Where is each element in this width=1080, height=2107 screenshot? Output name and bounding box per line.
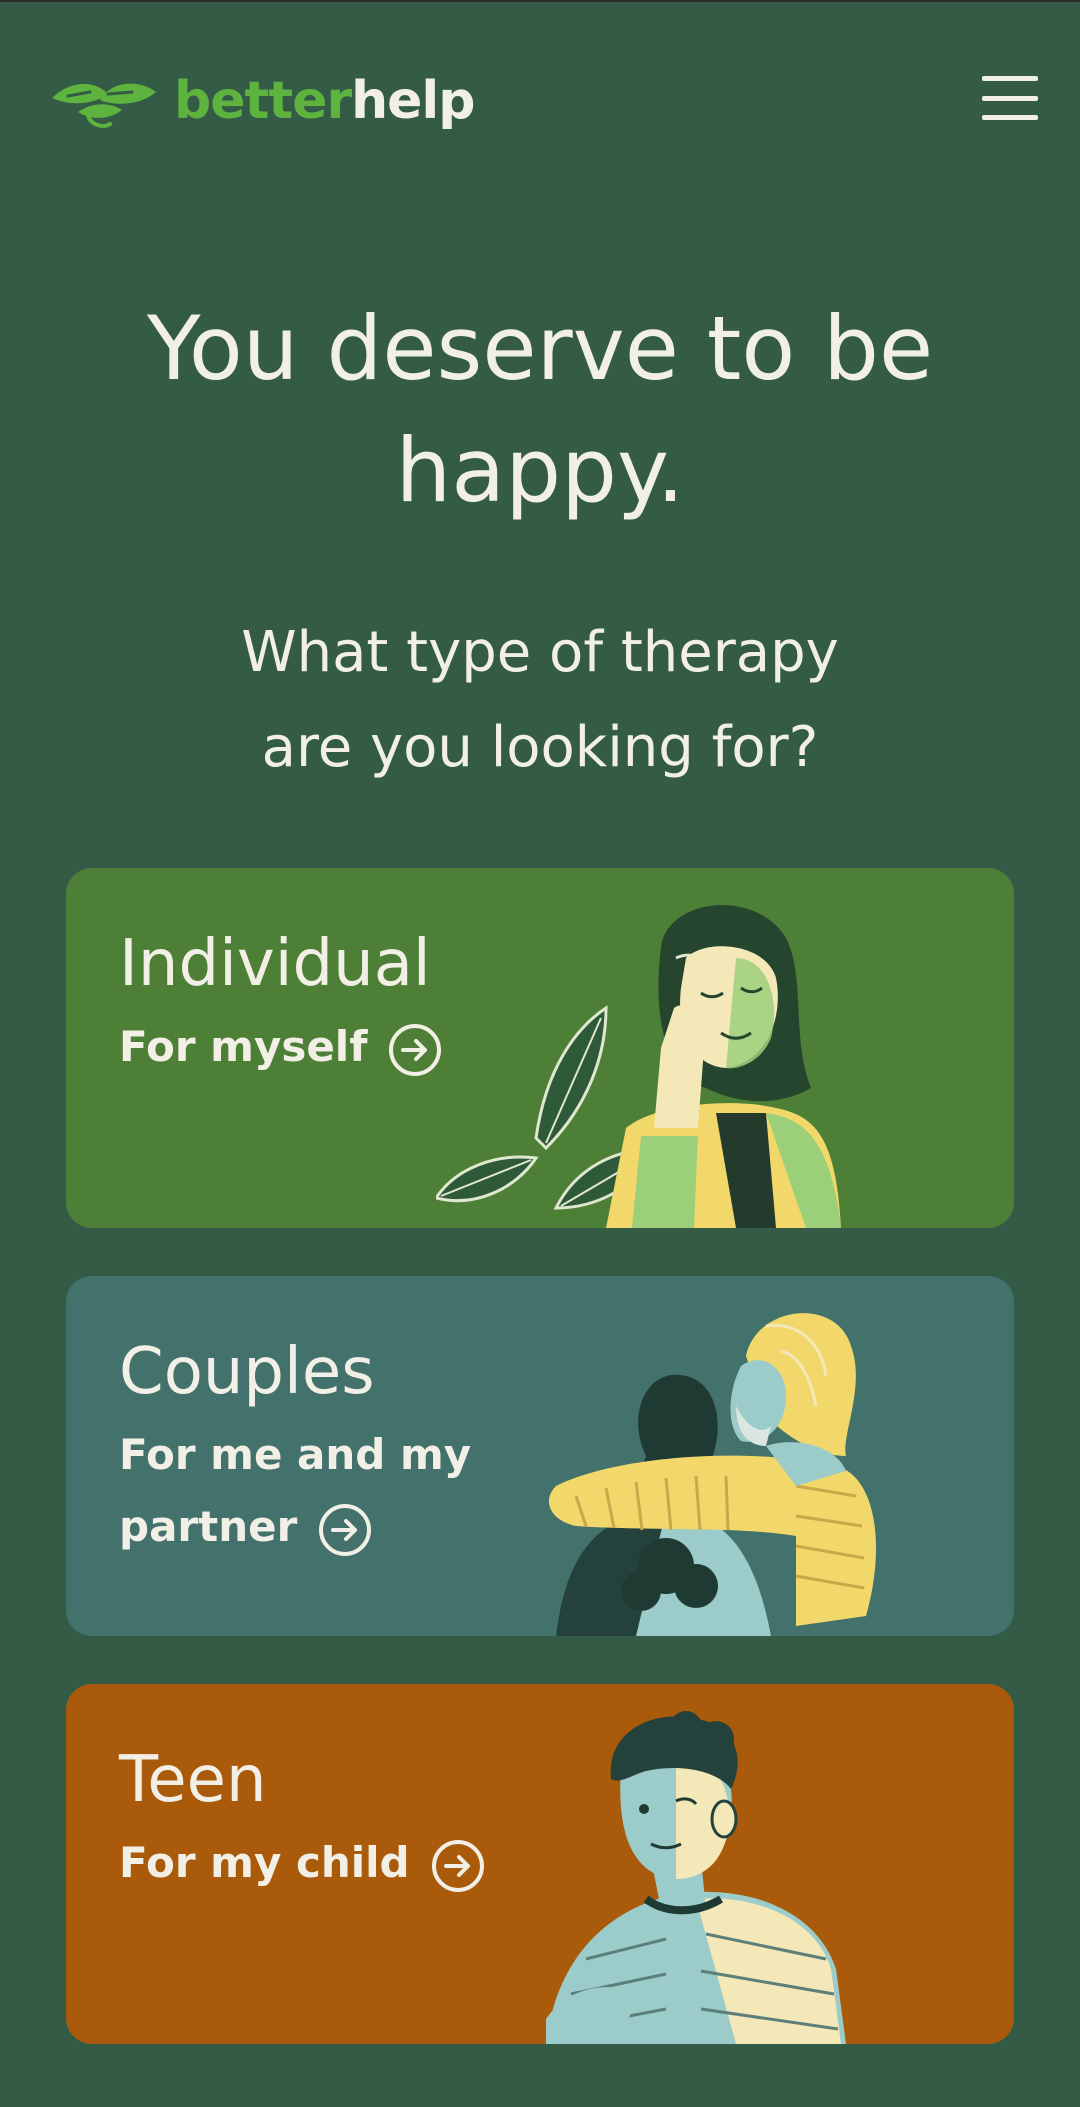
brand-name-help: help — [351, 71, 475, 131]
teen-therapy-card[interactable]: Teen For my child — [66, 1684, 1014, 2044]
card-subtitle-teen-text: For my child — [119, 1838, 410, 1887]
teen-boy-illustration — [546, 1711, 846, 2044]
arrow-right-circle-icon[interactable] — [387, 1022, 443, 1078]
brand-name-better: better — [174, 71, 352, 131]
card-title-teen: Teen — [119, 1743, 267, 1817]
betterhelp-logo[interactable]: betterhelp — [48, 66, 475, 136]
site-header: betterhelp — [0, 0, 1080, 200]
therapy-question-line2: are you looking for? — [261, 715, 819, 780]
individual-therapy-card[interactable]: Individual For myself — [66, 868, 1014, 1228]
card-title-individual: Individual — [119, 927, 431, 1001]
card-title-couples: Couples — [119, 1335, 375, 1409]
therapy-question-line1: What type of therapy — [241, 620, 839, 685]
woman-with-plant-illustration — [436, 905, 841, 1228]
couples-therapy-card[interactable]: Couples For me and my partner — [66, 1276, 1014, 1636]
card-subtitle-individual-text: For myself — [119, 1022, 368, 1071]
hugging-couple-illustration — [548, 1313, 876, 1636]
menu-line — [982, 76, 1038, 81]
leaf-hands-logo-icon — [52, 83, 156, 128]
hero-title-line2: happy. — [395, 419, 685, 522]
card-subtitle-couples-line2: partner — [119, 1502, 298, 1551]
card-subtitle-individual: For myself — [119, 1011, 443, 1083]
menu-line — [982, 95, 1038, 101]
therapy-question: What type of therapy are you looking for… — [0, 605, 1080, 795]
card-subtitle-couples-line1: For me and my — [119, 1430, 472, 1479]
brand-wordmark: betterhelp — [174, 75, 475, 127]
hero-title-line1: You deserve to be — [146, 297, 934, 400]
card-subtitle-couples-line2-wrap: partner — [119, 1491, 471, 1563]
arrow-right-circle-icon[interactable] — [430, 1838, 486, 1894]
arrow-right-circle-icon[interactable] — [317, 1502, 373, 1558]
hamburger-menu-icon[interactable] — [982, 76, 1038, 120]
hero-title: You deserve to be happy. — [0, 288, 1080, 532]
menu-line — [982, 115, 1038, 120]
card-subtitle-couples: For me and my partner — [119, 1419, 471, 1563]
card-subtitle-teen: For my child — [119, 1827, 486, 1899]
